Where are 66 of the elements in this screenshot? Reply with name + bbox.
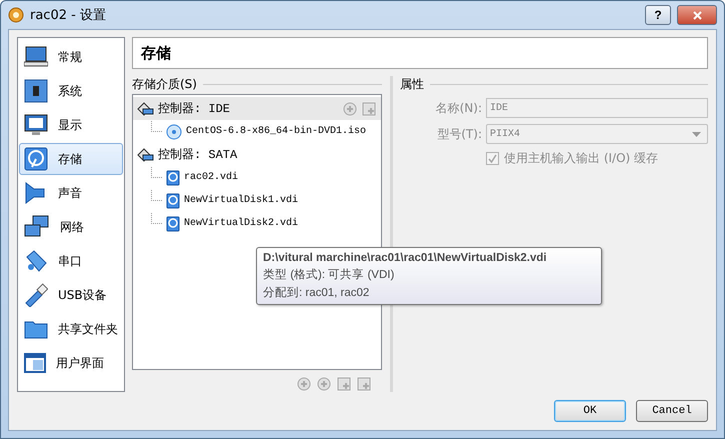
category-item[interactable]: 存储: [19, 143, 123, 175]
category-label: USB设备: [58, 286, 107, 304]
category-item[interactable]: 声音: [19, 177, 123, 209]
category-label: 显示: [58, 116, 82, 134]
category-label: 网络: [60, 218, 84, 236]
tree-row[interactable]: NewVirtualDisk2.vdi: [133, 212, 381, 235]
category-item[interactable]: 用户界面: [19, 347, 123, 379]
add-attachment-icon[interactable]: [336, 376, 352, 392]
category-label: 用户界面: [56, 354, 104, 372]
window-title: rac02 - 设置: [30, 7, 107, 24]
category-item[interactable]: 常规: [19, 41, 123, 73]
type-label: 型号(T):: [436, 126, 482, 142]
medium-label: NewVirtualDisk2.vdi: [184, 218, 298, 229]
tooltip-line: 类型 (格式): 可共享 (VDI): [263, 267, 396, 282]
controller-label: 控制器: IDE: [158, 101, 230, 117]
help-button[interactable]: ?: [645, 5, 671, 25]
add-controller-icon[interactable]: [296, 376, 312, 392]
connector-icon: [24, 249, 48, 273]
category-item[interactable]: USB设备: [19, 279, 123, 311]
controller-icon: [137, 148, 154, 162]
category-label: 常规: [58, 48, 82, 66]
medium-label: rac02.vdi: [184, 172, 238, 183]
category-item[interactable]: 共享文件夹: [19, 313, 123, 345]
controller-icon: [137, 102, 154, 116]
tree-row[interactable]: 控制器: SATA: [133, 143, 381, 166]
category-item[interactable]: 网络: [19, 211, 123, 243]
category-item[interactable]: 显示: [19, 109, 123, 141]
category-label: 串口: [58, 252, 82, 270]
tree-row[interactable]: CentOS-6.8-x86_64-bin-DVD1.iso: [133, 120, 381, 143]
category-label: 系统: [58, 82, 82, 100]
tooltip-line: 分配到: rac01, rac02: [263, 286, 370, 300]
tooltip-path: D:\vitural marchine\rac01\rac01\NewVirtualDisk2.vdi: [263, 252, 548, 264]
add-optical-icon[interactable]: [342, 100, 358, 116]
category-label: 声音: [58, 184, 82, 202]
usb-stick-icon: [24, 283, 48, 307]
network-icon: [24, 215, 50, 239]
medium-label: CentOS-6.8-x86_64-bin-DVD1.iso: [186, 126, 366, 137]
dialog-button[interactable]: OK: [554, 400, 626, 422]
computer-icon: [24, 46, 48, 68]
medium-label: NewVirtualDisk1.vdi: [184, 195, 298, 206]
controller-label: 控制器: SATA: [158, 147, 238, 163]
tree-row[interactable]: NewVirtualDisk1.vdi: [133, 189, 381, 212]
category-item[interactable]: 串口: [19, 245, 123, 277]
checkbox-label: 使用主机输入输出 (I/O) 缓存: [504, 150, 658, 167]
dialog-button[interactable]: Cancel: [636, 400, 708, 422]
caret-icon: [692, 132, 701, 136]
chip-icon: [24, 79, 48, 103]
category-item[interactable]: 系统: [19, 75, 123, 107]
remove-controller-icon[interactable]: [316, 376, 332, 392]
check-icon: [488, 154, 497, 163]
monitor-icon: [24, 114, 48, 136]
tree-row[interactable]: 控制器: IDE: [133, 97, 381, 120]
close-icon: [692, 10, 702, 20]
window-icon: [24, 353, 46, 373]
gear-icon: [8, 7, 24, 23]
optical-disc-icon: [166, 124, 182, 140]
close-button[interactable]: [677, 5, 717, 25]
tree-row[interactable]: rac02.vdi: [133, 166, 381, 189]
category-label: 共享文件夹: [58, 320, 118, 338]
section-label: 属性: [400, 76, 424, 92]
folder-icon: [24, 319, 48, 339]
page-title: 存储: [141, 44, 171, 62]
remove-attachment-icon[interactable]: [356, 376, 372, 392]
section-label: 存储介质(S): [132, 76, 197, 92]
name-label: 名称(N):: [434, 100, 482, 116]
category-label: 存储: [58, 150, 82, 168]
